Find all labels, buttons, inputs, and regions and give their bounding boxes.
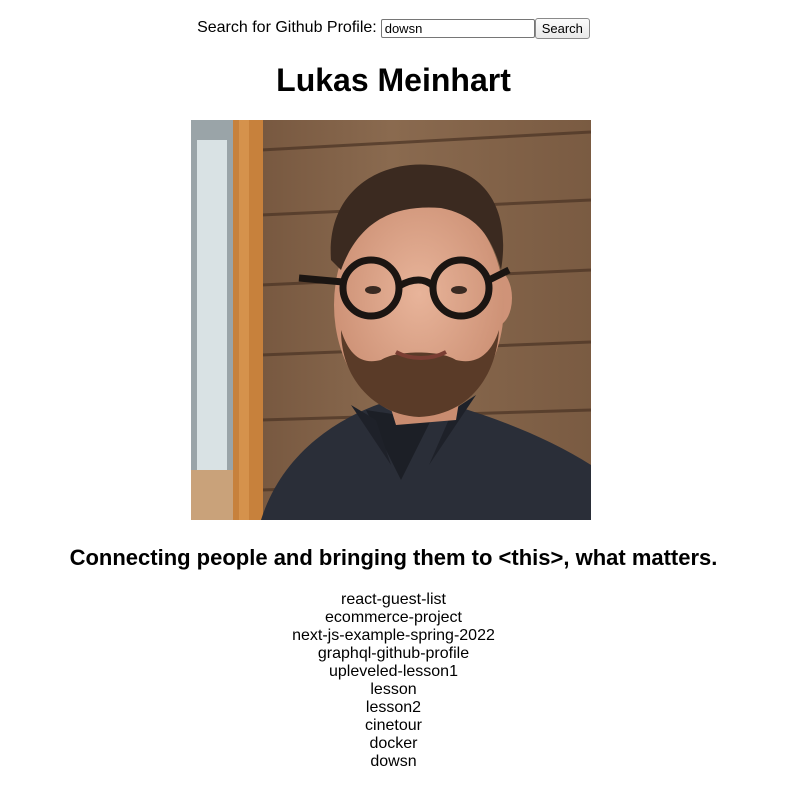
repository-item: ecommerce-project <box>325 609 462 626</box>
repository-item: lesson <box>370 681 417 698</box>
avatar <box>191 120 591 520</box>
search-label: Search for Github Profile: <box>197 19 377 36</box>
profile-name: Lukas Meinhart <box>276 62 511 98</box>
profile-bio: Connecting people and bringing them to <… <box>69 545 718 570</box>
repository-item: next-js-example-spring-2022 <box>292 627 495 644</box>
repository-item: graphql-github-profile <box>317 645 470 662</box>
repository-item: cinetour <box>365 717 422 734</box>
search-bar: Search for Github Profile: Search <box>0 17 787 39</box>
repository-item: upleveled-lesson1 <box>329 663 458 680</box>
avatar-photo <box>191 120 591 520</box>
search-button[interactable]: Search <box>534 17 590 39</box>
repository-item: dowsn <box>370 753 417 770</box>
search-input[interactable] <box>380 18 535 38</box>
repository-list: react-guest-list ecommerce-project next-… <box>0 591 787 771</box>
repository-item: docker <box>369 735 418 752</box>
repository-item: lesson2 <box>365 699 422 716</box>
repository-item: react-guest-list <box>341 591 446 608</box>
